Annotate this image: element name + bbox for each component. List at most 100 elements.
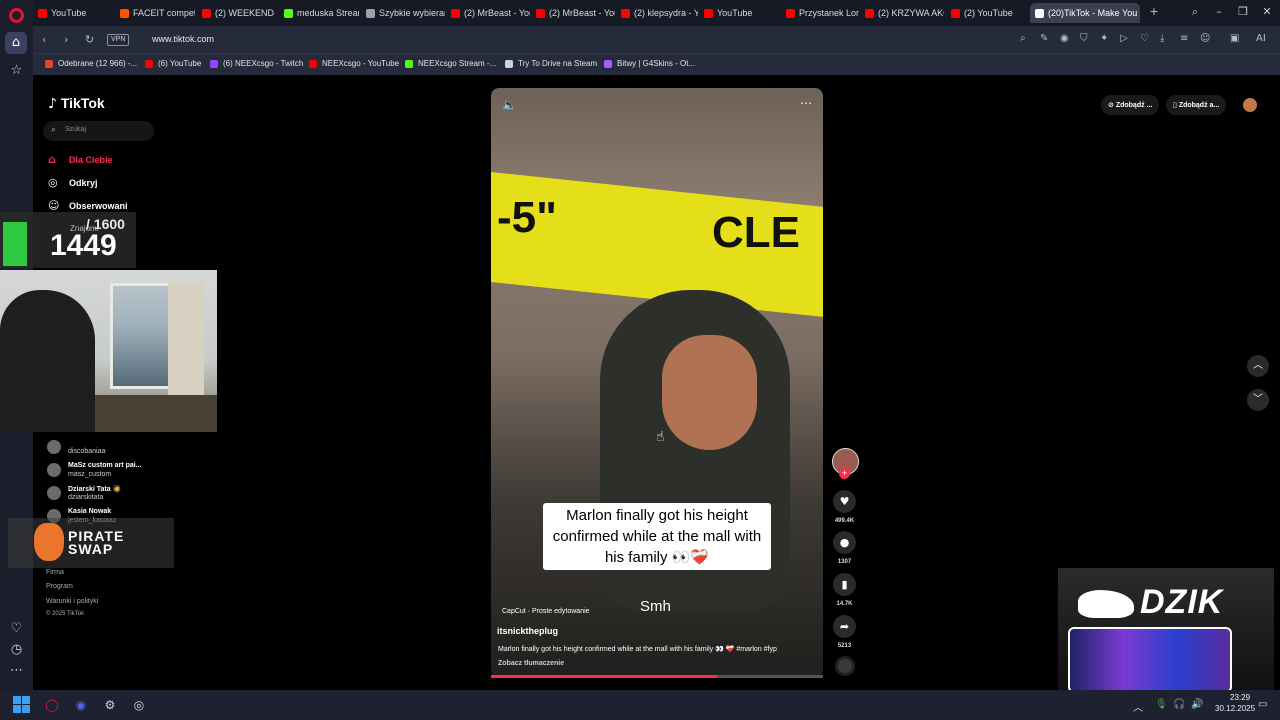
discord-taskbar-icon[interactable]: ◉ — [72, 696, 90, 714]
forward-icon[interactable]: › — [64, 33, 68, 46]
follow-button[interactable]: + — [839, 468, 850, 479]
comment-button[interactable]: ● — [833, 531, 856, 554]
get-app-label: Zdobądź a... — [1178, 102, 1220, 109]
vpn-badge[interactable]: VPN — [107, 34, 130, 46]
download-icon[interactable]: ⤓ — [1160, 33, 1164, 44]
browser-tab[interactable]: (2) KRZYWA AKC — [860, 3, 944, 23]
bookmark-item[interactable]: Try To Drive na Steam — [505, 59, 597, 68]
following-avatar[interactable] — [47, 440, 61, 454]
following-name[interactable]: Kasia Nowak — [68, 508, 111, 515]
maximize-button[interactable]: ❐ — [1234, 5, 1252, 18]
bookmark-button[interactable]: ▮ — [833, 573, 856, 596]
volume-icon[interactable]: 🔈 — [502, 98, 517, 112]
footer-company[interactable]: Firma — [46, 569, 64, 576]
search-tabs-icon[interactable]: ⌕ — [1186, 5, 1204, 19]
tab-label: YouTube — [717, 8, 753, 18]
like-button[interactable]: ♥ — [833, 490, 856, 513]
next-video-button[interactable]: ﹀ — [1247, 389, 1269, 411]
browser-tab[interactable]: (2) MrBeast - You — [446, 3, 530, 23]
following-avatar[interactable] — [47, 486, 61, 500]
heart-toolbar-icon[interactable]: ♡ — [1140, 33, 1149, 44]
history-icon[interactable]: ◷ — [8, 641, 25, 658]
windows-start-icon[interactable] — [13, 696, 30, 713]
users-icon: ☺ — [48, 199, 60, 212]
app-taskbar-icon[interactable]: ◎ — [130, 696, 148, 714]
bookmark-favicon-icon — [505, 59, 513, 68]
back-icon[interactable]: ‹ — [42, 33, 46, 46]
bookmark-item[interactable]: Bitwy | G4Skins - Ot... — [604, 59, 695, 68]
bookmark-item[interactable]: (6) NEEXcsgo - Twitch — [210, 59, 303, 68]
get-app-button[interactable]: ▯ Zdobądź a... — [1166, 95, 1227, 115]
following-name[interactable]: Dziarski Tata 🧔 — [68, 485, 121, 493]
zoom-icon[interactable]: ⌕ — [1020, 33, 1026, 44]
notifications-icon[interactable]: ▭ — [1258, 699, 1267, 710]
browser-tab[interactable]: (2) WEEKEND - H — [197, 3, 277, 23]
following-username[interactable]: masz_custom — [68, 471, 111, 478]
footer-program[interactable]: Program — [46, 583, 73, 590]
nav-item-obserwowani[interactable]: ☺ Obserwowani — [48, 199, 128, 212]
following-username[interactable]: dziarskitata — [68, 494, 103, 501]
headset-icon[interactable]: 🎧 — [1173, 699, 1185, 710]
browser-tab[interactable]: Szybkie wybieran — [361, 3, 445, 23]
reload-icon[interactable]: ↻ — [85, 33, 94, 46]
footer-terms[interactable]: Warunki i polityki — [46, 598, 98, 605]
bookmark-item[interactable]: NEEXcsgo - YouTube — [309, 59, 399, 68]
translate-link[interactable]: Zobacz tłumaczenie — [498, 660, 564, 667]
bookmark-item[interactable]: (6) YouTube — [145, 59, 201, 68]
extension-icon[interactable]: ✦ — [1100, 33, 1108, 44]
previous-video-button[interactable]: ︿ — [1247, 355, 1269, 377]
play-icon[interactable]: ▷ — [1120, 33, 1128, 44]
following-avatar[interactable] — [47, 463, 61, 477]
opera-logo-icon[interactable] — [9, 8, 24, 23]
url-field[interactable]: www.tiktok.com — [152, 34, 214, 44]
browser-tab[interactable]: (2) YouTube — [946, 3, 1028, 23]
get-coins-button[interactable]: ⊘ Zdobądź ... — [1101, 95, 1160, 115]
video-author[interactable]: itsnicktheplug — [497, 626, 558, 636]
bookmark-item[interactable]: NEEXcsgo Stream -... — [405, 59, 496, 68]
menu-icon[interactable]: ≡ — [1180, 33, 1188, 44]
opera-taskbar-icon[interactable]: ◯ — [43, 696, 61, 714]
shield-icon[interactable]: ⛉ — [1080, 33, 1088, 44]
tab-favicon-icon — [536, 9, 545, 19]
close-window-button[interactable]: ✕ — [1258, 5, 1276, 18]
mic-icon[interactable]: 🎙 — [1155, 699, 1168, 710]
new-tab-button[interactable]: + — [1145, 5, 1163, 18]
video-subtitle: Smh — [640, 598, 671, 615]
tiktok-logo[interactable]: ♪ TikTok — [48, 95, 105, 112]
ai-icon[interactable]: AI — [1256, 33, 1266, 44]
nav-item-dla-ciebie[interactable]: ⌂ Dla Ciebie — [48, 153, 113, 166]
clock-time[interactable]: 23:29 — [1230, 693, 1250, 702]
profile-avatar[interactable] — [1243, 98, 1257, 112]
browser-tab[interactable]: Przystanek Lomb — [781, 3, 859, 23]
browser-tab[interactable]: (2) MrBeast - You — [531, 3, 615, 23]
profile-icon[interactable]: ☺ — [1200, 33, 1210, 44]
clock-date[interactable]: 30.12.2025 — [1215, 704, 1255, 713]
capcut-label[interactable]: CapCut · Proste edytowanie — [502, 608, 590, 615]
music-disc-icon[interactable] — [835, 656, 855, 676]
browser-tab[interactable]: (2) klepsydra - Yo — [616, 3, 698, 23]
search-input[interactable] — [43, 121, 154, 141]
bookmark-label: (6) NEEXcsgo - Twitch — [223, 59, 304, 68]
share-button[interactable]: ➦ — [833, 615, 856, 638]
camera-icon[interactable]: ◉ — [1060, 33, 1069, 44]
browser-tab[interactable]: YouTube — [33, 3, 113, 23]
nav-item-odkryj[interactable]: ◎ Odkryj — [48, 176, 98, 189]
following-name[interactable]: MaSz custom art pai... — [68, 462, 142, 469]
browser-tab[interactable]: FACEIT competiti — [115, 3, 195, 23]
steam-taskbar-icon[interactable]: ⚙ — [101, 696, 119, 714]
browser-tab[interactable]: YouTube — [699, 3, 779, 23]
more-options-icon[interactable]: ⋯ — [800, 96, 812, 110]
speaker-icon[interactable]: 🔊 — [1191, 699, 1203, 710]
browser-tab[interactable]: (20)TikTok - Make You — [1030, 3, 1140, 23]
minimize-button[interactable]: – — [1210, 5, 1228, 18]
heart-icon[interactable]: ♡ — [8, 620, 25, 637]
box-icon[interactable]: ▣ — [1230, 33, 1239, 44]
home-icon[interactable]: ⌂ — [5, 32, 27, 54]
following-username[interactable]: discobaniaa — [68, 448, 105, 455]
more-icon[interactable]: ⋯ — [8, 662, 25, 679]
edit-icon[interactable]: ✎ — [1040, 33, 1048, 44]
bookmark-item[interactable]: Odebrane (12 966) -... — [45, 59, 137, 68]
browser-tab[interactable]: meduska Stream — [279, 3, 359, 23]
star-icon[interactable]: ☆ — [8, 62, 25, 79]
tray-chevron-icon[interactable]: ︿ — [1133, 699, 1143, 714]
